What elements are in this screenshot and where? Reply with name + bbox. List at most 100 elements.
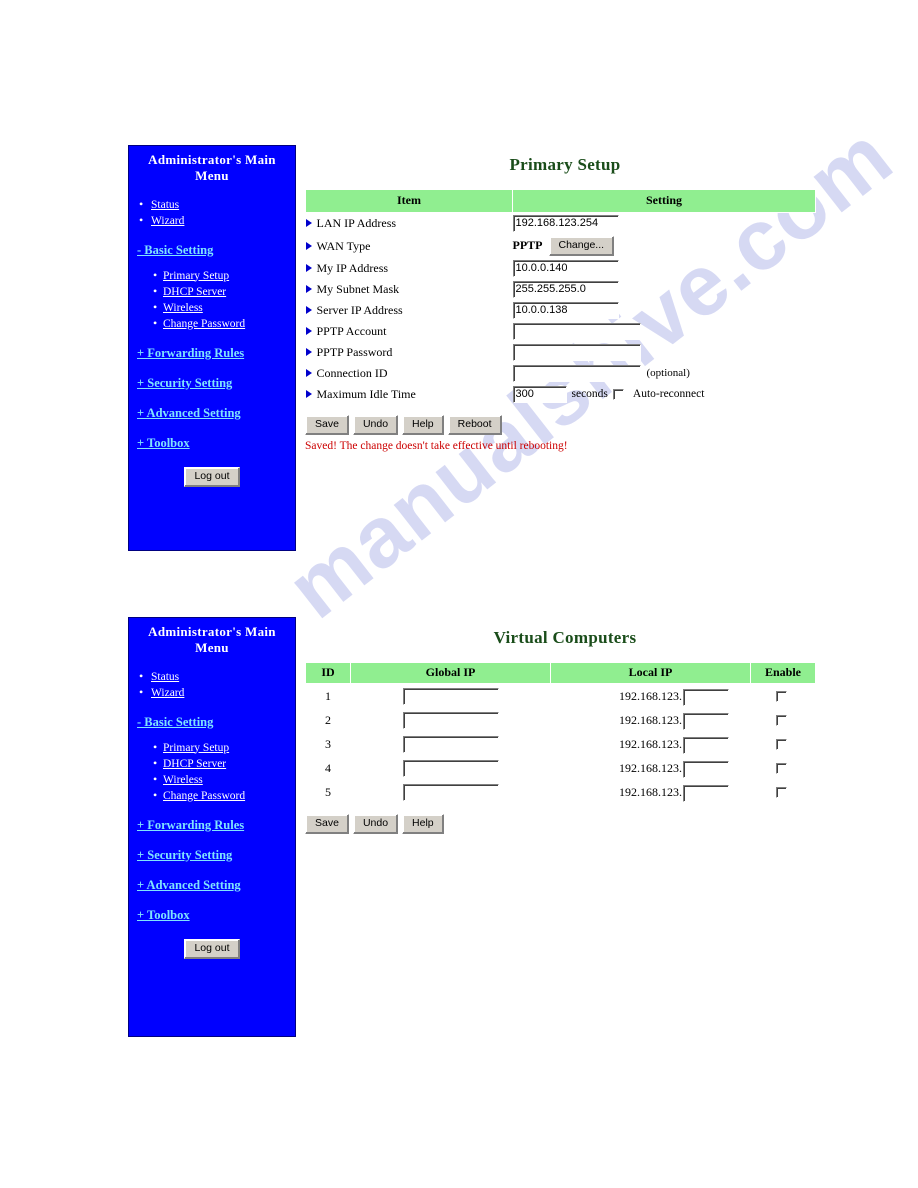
enable-checkbox[interactable] bbox=[775, 715, 787, 727]
sidebar-item-status[interactable]: Status bbox=[129, 668, 295, 685]
logout-button[interactable]: Log out bbox=[184, 938, 240, 959]
sidebar-group-label[interactable]: + Toolbox bbox=[137, 436, 190, 450]
lan-ip-address-input[interactable] bbox=[512, 215, 619, 232]
local-ip-cell: 192.168.123. bbox=[551, 732, 751, 756]
sidebar-item-label[interactable]: Wireless bbox=[163, 774, 203, 786]
primary-setup-panel: Administrator's Main Menu Status Wizard … bbox=[0, 0, 918, 580]
maximum-idle-time-input[interactable] bbox=[512, 386, 567, 403]
local-ip-input[interactable] bbox=[683, 712, 729, 730]
my-ip-address-input[interactable] bbox=[512, 260, 619, 277]
my-subnet-mask-input[interactable] bbox=[512, 281, 619, 298]
sidebar-item-dhcp-server[interactable]: DHCP Server bbox=[129, 755, 295, 772]
sidebar-item-label[interactable]: Primary Setup bbox=[163, 270, 229, 282]
table-row: 5 192.168.123. bbox=[306, 780, 816, 804]
local-ip-input[interactable] bbox=[683, 760, 729, 778]
undo-button[interactable]: Undo bbox=[352, 814, 399, 834]
sidebar-item-label[interactable]: DHCP Server bbox=[163, 286, 226, 298]
sidebar-item-label[interactable]: Change Password bbox=[163, 318, 245, 330]
sidebar-group-label[interactable]: + Toolbox bbox=[137, 908, 190, 922]
sidebar-group-label[interactable]: + Forwarding Rules bbox=[137, 818, 244, 832]
item-label: Maximum Idle Time bbox=[316, 387, 416, 401]
save-button[interactable]: Save bbox=[305, 814, 349, 834]
enable-checkbox[interactable] bbox=[775, 763, 787, 775]
sidebar-group-advanced-setting[interactable]: + Advanced Setting bbox=[129, 876, 295, 894]
sidebar-group-forwarding-rules[interactable]: + Forwarding Rules bbox=[129, 344, 295, 362]
change-wan-type-button[interactable]: Change... bbox=[548, 236, 615, 256]
sidebar-item-label[interactable]: Wizard bbox=[151, 215, 184, 227]
primary-setup-table: Item Setting LAN IP Address WAN Type PPT… bbox=[305, 189, 816, 405]
global-ip-input[interactable] bbox=[402, 759, 499, 777]
local-ip-cell: 192.168.123. bbox=[551, 780, 751, 804]
server-ip-address-input[interactable] bbox=[512, 302, 619, 319]
item-label-cell: PPTP Account bbox=[305, 321, 513, 342]
sidebar-group-basic-setting[interactable]: - Basic Setting bbox=[129, 241, 295, 259]
sidebar-item-dhcp-server[interactable]: DHCP Server bbox=[129, 283, 295, 300]
sidebar-group-security-setting[interactable]: + Security Setting bbox=[129, 846, 295, 864]
table-row-wan-type: WAN Type PPTP Change... bbox=[305, 234, 816, 258]
local-ip-input[interactable] bbox=[683, 784, 729, 802]
sidebar-group-basic-setting[interactable]: - Basic Setting bbox=[129, 713, 295, 731]
table-row-maximum-idle-time: Maximum Idle Time seconds Auto-reconnect bbox=[305, 384, 816, 405]
sidebar-item-change-password[interactable]: Change Password bbox=[129, 315, 295, 332]
sidebar-item-label[interactable]: Primary Setup bbox=[163, 742, 229, 754]
sidebar-item-wireless[interactable]: Wireless bbox=[129, 771, 295, 788]
item-label: Server IP Address bbox=[316, 303, 403, 317]
help-button[interactable]: Help bbox=[402, 415, 444, 435]
table-row: 4 192.168.123. bbox=[306, 756, 816, 780]
sidebar-group-label[interactable]: + Advanced Setting bbox=[137, 878, 241, 892]
local-ip-input[interactable] bbox=[683, 688, 729, 706]
enable-cell bbox=[751, 780, 816, 804]
primary-setup-button-row: Save Undo Help Reboot bbox=[305, 414, 825, 435]
sidebar-item-label[interactable]: DHCP Server bbox=[163, 758, 226, 770]
sidebar-item-wizard[interactable]: Wizard bbox=[129, 684, 295, 701]
local-ip-input[interactable] bbox=[683, 736, 729, 754]
global-ip-input[interactable] bbox=[402, 711, 499, 729]
sidebar-group-label[interactable]: + Security Setting bbox=[137, 848, 232, 862]
global-ip-input[interactable] bbox=[402, 687, 499, 705]
enable-checkbox[interactable] bbox=[775, 739, 787, 751]
sidebar-group-label[interactable]: + Forwarding Rules bbox=[137, 346, 244, 360]
sidebar-group-label[interactable]: + Advanced Setting bbox=[137, 406, 241, 420]
sidebar-item-primary-setup[interactable]: Primary Setup bbox=[129, 739, 295, 756]
sidebar-group-label[interactable]: - Basic Setting bbox=[137, 715, 213, 729]
sidebar-group-advanced-setting[interactable]: + Advanced Setting bbox=[129, 404, 295, 422]
sidebar-item-wizard[interactable]: Wizard bbox=[129, 212, 295, 229]
global-ip-cell bbox=[351, 708, 551, 732]
table-row-connection-id: Connection ID (optional) bbox=[305, 363, 816, 384]
local-ip-cell: 192.168.123. bbox=[551, 756, 751, 780]
sidebar-group-security-setting[interactable]: + Security Setting bbox=[129, 374, 295, 392]
auto-reconnect-checkbox[interactable] bbox=[612, 388, 624, 400]
sidebar-group-label[interactable]: + Security Setting bbox=[137, 376, 232, 390]
pptp-account-input[interactable] bbox=[512, 323, 641, 340]
idle-time-unit-label: seconds bbox=[571, 388, 608, 400]
sidebar-item-change-password[interactable]: Change Password bbox=[129, 787, 295, 804]
sidebar-item-label[interactable]: Change Password bbox=[163, 790, 245, 802]
undo-button[interactable]: Undo bbox=[352, 415, 399, 435]
pptp-password-input[interactable] bbox=[512, 344, 641, 361]
sidebar-item-label[interactable]: Wizard bbox=[151, 687, 184, 699]
sidebar-group-toolbox[interactable]: + Toolbox bbox=[129, 434, 295, 452]
logout-button[interactable]: Log out bbox=[184, 466, 240, 487]
table-row: 3 192.168.123. bbox=[306, 732, 816, 756]
global-ip-input[interactable] bbox=[402, 783, 499, 801]
global-ip-input[interactable] bbox=[402, 735, 499, 753]
reboot-button[interactable]: Reboot bbox=[447, 415, 502, 435]
sidebar-group-toolbox[interactable]: + Toolbox bbox=[129, 906, 295, 924]
sidebar-item-status[interactable]: Status bbox=[129, 196, 295, 213]
admin-menu-sidebar: Administrator's Main Menu Status Wizard … bbox=[128, 617, 296, 1037]
connection-id-input[interactable] bbox=[512, 365, 641, 382]
admin-menu-sidebar: Administrator's Main Menu Status Wizard … bbox=[128, 145, 296, 551]
page-title: Virtual Computers bbox=[493, 628, 637, 647]
save-button[interactable]: Save bbox=[305, 415, 349, 435]
sidebar-item-wireless[interactable]: Wireless bbox=[129, 299, 295, 316]
enable-checkbox[interactable] bbox=[775, 787, 787, 799]
sidebar-item-label[interactable]: Status bbox=[151, 199, 179, 211]
item-label-cell: Connection ID bbox=[305, 363, 513, 384]
sidebar-group-label[interactable]: - Basic Setting bbox=[137, 243, 213, 257]
sidebar-item-primary-setup[interactable]: Primary Setup bbox=[129, 267, 295, 284]
enable-checkbox[interactable] bbox=[775, 691, 787, 703]
help-button[interactable]: Help bbox=[402, 814, 444, 834]
sidebar-item-label[interactable]: Wireless bbox=[163, 302, 203, 314]
sidebar-item-label[interactable]: Status bbox=[151, 671, 179, 683]
sidebar-group-forwarding-rules[interactable]: + Forwarding Rules bbox=[129, 816, 295, 834]
